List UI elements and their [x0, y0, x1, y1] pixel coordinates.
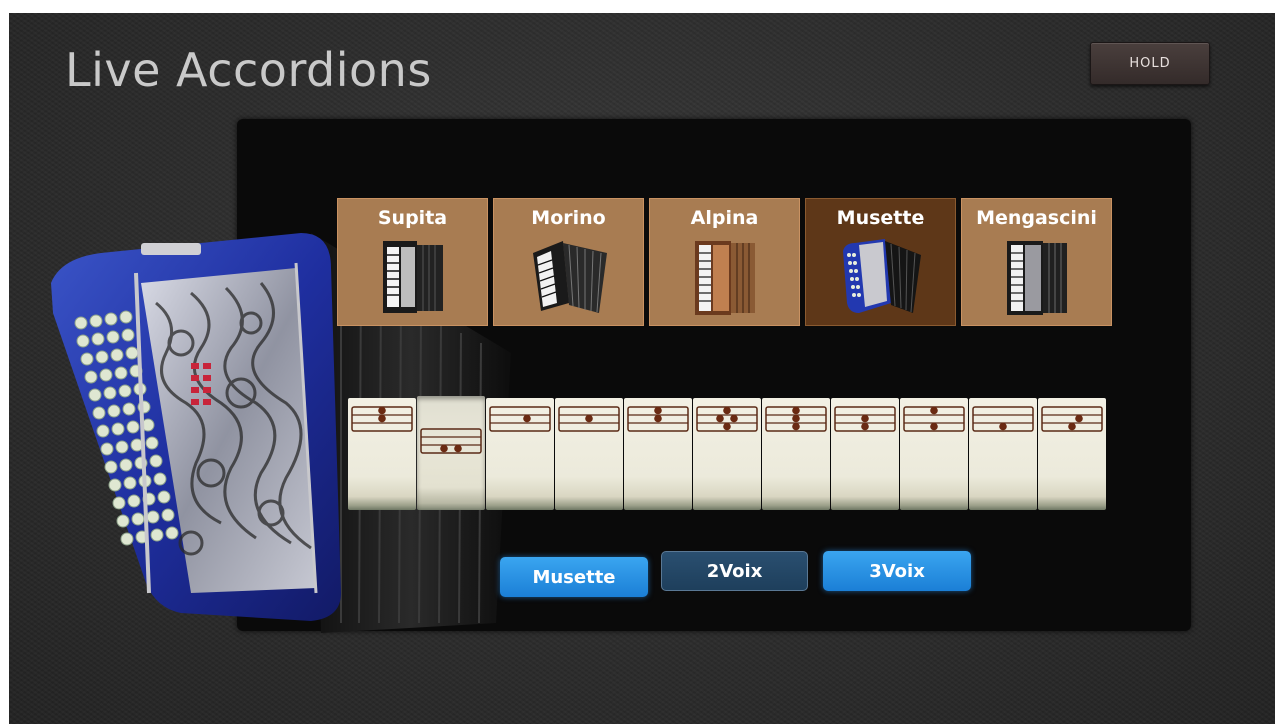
register-switch[interactable]	[762, 398, 830, 510]
register-dot	[440, 444, 448, 453]
register-dot	[585, 414, 593, 423]
register-dot	[378, 406, 386, 415]
register-switch[interactable]	[555, 398, 623, 510]
preset-label: Mengascini	[976, 207, 1097, 229]
register-symbol-icon	[420, 428, 482, 454]
register-dot	[1068, 422, 1076, 431]
preset-morino[interactable]: Morino	[493, 198, 644, 326]
3voix-voice-button[interactable]: 3Voix	[823, 551, 971, 591]
preset-row: Supita Morino Alpina Musette Mengascini	[337, 198, 1112, 326]
register-symbol-icon	[765, 406, 827, 432]
register-dot	[723, 422, 731, 431]
register-dot	[930, 422, 938, 431]
register-switch[interactable]	[624, 398, 692, 510]
register-dot	[654, 406, 662, 415]
accordion-icon	[1007, 241, 1067, 315]
register-dot	[716, 414, 724, 423]
register-switch[interactable]	[693, 398, 761, 510]
register-dot	[930, 406, 938, 415]
register-dot	[861, 422, 869, 431]
register-dot	[1075, 414, 1083, 423]
register-switch[interactable]	[486, 398, 554, 510]
2voix-voice-button[interactable]: 2Voix	[661, 551, 808, 591]
register-switch[interactable]	[900, 398, 968, 510]
musette-voice-button[interactable]: Musette	[500, 557, 648, 597]
hold-button[interactable]: HOLD	[1090, 42, 1210, 85]
preset-musette[interactable]: Musette	[805, 198, 956, 326]
register-symbol-icon	[903, 406, 965, 432]
register-dot	[523, 414, 531, 423]
register-dot	[378, 414, 386, 423]
preset-label: Morino	[531, 207, 606, 229]
register-row	[348, 396, 1106, 510]
register-symbol-icon	[972, 406, 1034, 432]
register-dot	[999, 422, 1007, 431]
accordion-icon	[843, 239, 921, 313]
register-switch[interactable]	[1038, 398, 1106, 510]
page-title: Live Accordions	[65, 43, 432, 97]
register-dot	[861, 414, 869, 423]
register-symbol-icon	[696, 406, 758, 432]
register-dot	[730, 414, 738, 423]
preset-label: Supita	[377, 207, 448, 229]
register-symbol-icon	[489, 406, 551, 432]
preset-label: Musette	[836, 207, 925, 229]
register-symbol-icon	[1041, 406, 1103, 432]
register-dot	[792, 414, 800, 423]
register-switch[interactable]	[417, 396, 485, 510]
register-dot	[792, 422, 800, 431]
register-switch[interactable]	[348, 398, 416, 510]
register-dot	[454, 444, 462, 453]
accordion-icon	[533, 241, 607, 313]
register-symbol-icon	[834, 406, 896, 432]
accordion-icon	[383, 241, 443, 313]
preset-mengascini[interactable]: Mengascini	[961, 198, 1112, 326]
register-dot	[723, 406, 731, 415]
register-symbol-icon	[558, 406, 620, 432]
app-window: Live Accordions HOLD Supita Morino Alpin…	[9, 13, 1275, 724]
register-switch[interactable]	[969, 398, 1037, 510]
accordion-icon	[695, 241, 755, 315]
preset-alpina[interactable]: Alpina	[649, 198, 800, 326]
register-switch[interactable]	[831, 398, 899, 510]
preset-supita[interactable]: Supita	[337, 198, 488, 326]
register-symbol-icon	[351, 406, 413, 432]
register-dot	[654, 414, 662, 423]
preset-label: Alpina	[690, 207, 759, 229]
register-symbol-icon	[627, 406, 689, 432]
register-dot	[792, 406, 800, 415]
